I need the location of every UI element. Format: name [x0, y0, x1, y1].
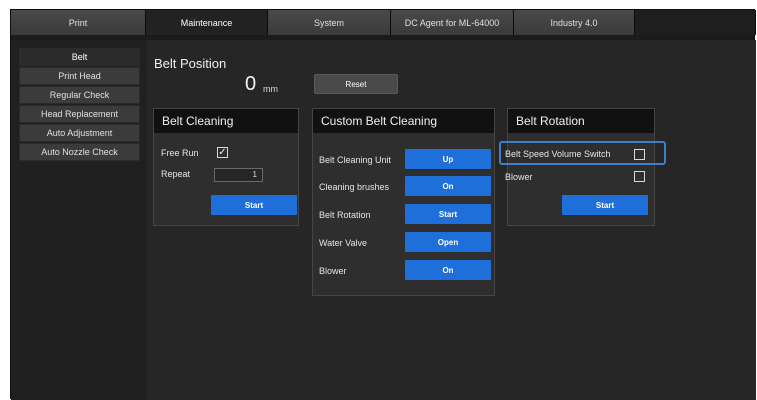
tab-industry-4[interactable]: Industry 4.0 — [514, 10, 635, 35]
main-tab-bar: Print Maintenance System DC Agent for ML… — [11, 10, 756, 35]
cleaning-brushes-label: Cleaning brushes — [319, 182, 390, 192]
repeat-label: Repeat — [161, 169, 191, 179]
sidebar-item-auto-nozzle-check[interactable]: Auto Nozzle Check — [19, 143, 140, 161]
belt-rotation-start-button[interactable]: Start — [405, 204, 491, 224]
tab-print[interactable]: Print — [11, 10, 146, 35]
sidebar-item-head-replacement[interactable]: Head Replacement — [19, 105, 140, 123]
focus-highlight — [499, 141, 666, 165]
belt-position-title: Belt Position — [154, 56, 227, 71]
belt-rotation-title: Belt Rotation — [508, 109, 654, 133]
content-area: Belt Print Head Regular Check Head Repla… — [11, 40, 756, 400]
belt-page: Belt Position 0 mm Reset Belt Cleaning F… — [147, 40, 756, 400]
app-window: Print Maintenance System DC Agent for ML… — [10, 9, 756, 400]
blower-checkbox[interactable] — [634, 171, 645, 182]
belt-cleaning-start-button[interactable]: Start — [211, 195, 297, 215]
tab-system[interactable]: System — [268, 10, 391, 35]
checkmark-icon: ✓ — [218, 146, 227, 158]
custom-belt-cleaning-title: Custom Belt Cleaning — [313, 109, 494, 133]
water-valve-label: Water Valve — [319, 238, 368, 248]
sidebar-item-auto-adjustment[interactable]: Auto Adjustment — [19, 124, 140, 142]
free-run-label: Free Run — [161, 148, 199, 158]
belt-cleaning-panel: Belt Cleaning Free Run ✓ Repeat 1 Start — [153, 108, 299, 226]
belt-rotation-panel-start-button[interactable]: Start — [562, 195, 648, 215]
belt-rotation-row-label: Belt Rotation — [319, 210, 371, 220]
repeat-input[interactable]: 1 — [214, 168, 263, 182]
custom-belt-cleaning-panel: Custom Belt Cleaning Belt Cleaning Unit … — [312, 108, 495, 296]
belt-rotation-panel: Belt Rotation Belt Speed Volume Switch B… — [505, 108, 655, 226]
tab-bar-filler — [635, 10, 756, 35]
belt-position-unit: mm — [263, 84, 278, 94]
blower-row-label: Blower — [319, 266, 347, 276]
cleaning-brushes-on-button[interactable]: On — [405, 176, 491, 196]
water-valve-open-button[interactable]: Open — [405, 232, 491, 252]
reset-button[interactable]: Reset — [314, 74, 398, 94]
free-run-checkbox[interactable]: ✓ — [217, 147, 228, 158]
blower-label: Blower — [505, 172, 533, 182]
belt-position-value: 0 — [245, 73, 257, 95]
belt-cleaning-unit-label: Belt Cleaning Unit — [319, 155, 392, 165]
belt-cleaning-title: Belt Cleaning — [154, 109, 298, 133]
sidebar-item-belt[interactable]: Belt — [19, 48, 140, 66]
tab-dc-agent[interactable]: DC Agent for ML-64000 — [391, 10, 514, 35]
sidebar-item-regular-check[interactable]: Regular Check — [19, 86, 140, 104]
sidebar: Belt Print Head Regular Check Head Repla… — [11, 40, 147, 400]
blower-on-button[interactable]: On — [405, 260, 491, 280]
sidebar-item-print-head[interactable]: Print Head — [19, 67, 140, 85]
belt-cleaning-unit-up-button[interactable]: Up — [405, 149, 491, 169]
tab-maintenance[interactable]: Maintenance — [146, 10, 268, 35]
